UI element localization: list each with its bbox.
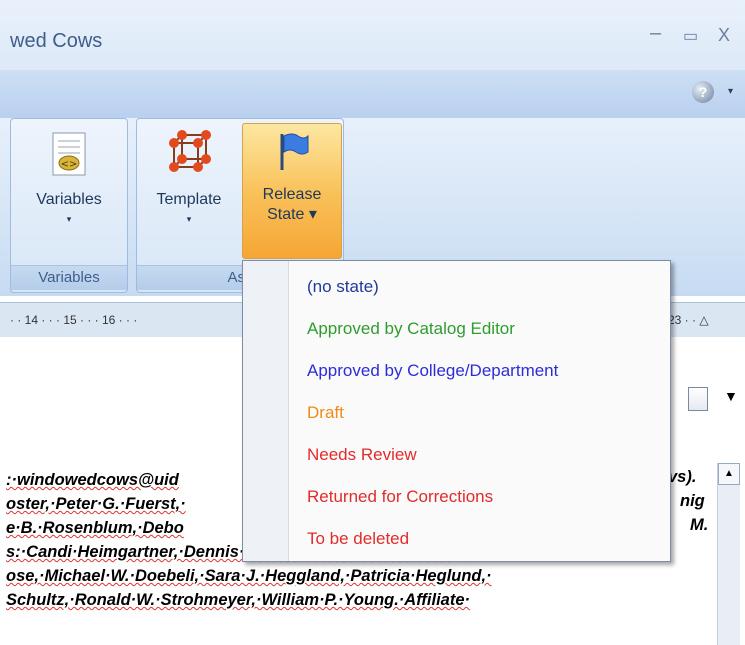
window-title: wed Cows [10, 30, 103, 52]
doc-fragment: nig [680, 492, 705, 510]
scroll-up-button[interactable]: ▲ [718, 463, 740, 485]
group-label-variables: Variables [11, 265, 127, 290]
menu-item-approved-college-department[interactable]: Approved by College/Department [307, 361, 558, 381]
variables-icon: <> [52, 132, 86, 176]
svg-text:<>: <> [61, 159, 78, 170]
menu-item-to-be-deleted[interactable]: To be deleted [307, 529, 409, 549]
menu-item-draft[interactable]: Draft [307, 403, 344, 423]
ruler-left-ticks: · · 14 · · · 15 · · · 16 · · · [10, 313, 138, 327]
doc-line: ose,·Michael·W.·Doebeli,·Sara·J.·Hegglan… [6, 567, 492, 585]
vertical-scrollbar[interactable]: ▲ [717, 463, 740, 645]
ribbon-group-variables: <> Variables ▾ Variables [10, 118, 128, 293]
menu-item-approved-catalog-editor[interactable]: Approved by Catalog Editor [307, 319, 515, 339]
doc-fragment: M. [690, 516, 709, 534]
arrow-down-icon[interactable]: ▼ [724, 388, 738, 404]
help-icon[interactable]: ? [692, 81, 714, 103]
menu-item-no-state[interactable]: (no state) [307, 277, 379, 297]
template-icon [169, 130, 211, 172]
release-state-dropdown: (no state) Approved by Catalog Editor Ap… [242, 260, 671, 562]
release-state-button[interactable]: Release State ▾ [242, 123, 342, 259]
help-bar [0, 70, 745, 119]
doc-fragment: vs). [668, 468, 697, 486]
variables-button[interactable]: <> Variables ▾ [19, 125, 119, 257]
chevron-down-icon: ▾ [66, 214, 72, 224]
flag-icon [280, 133, 309, 170]
chevron-down-icon: ▾ [186, 214, 192, 224]
menu-item-needs-review[interactable]: Needs Review [307, 445, 417, 465]
maximize-button[interactable]: ▭ [683, 26, 698, 46]
menu-item-returned-for-corrections[interactable]: Returned for Corrections [307, 487, 493, 507]
release-state-label-2: State ▾ [267, 206, 317, 223]
template-button[interactable]: Template ▾ [141, 125, 237, 257]
close-button[interactable]: X [718, 25, 730, 46]
variables-label: Variables [36, 191, 102, 208]
menu-gutter [243, 261, 289, 561]
release-state-label-1: Release [262, 186, 322, 203]
help-caret-icon[interactable]: ▾ [728, 86, 733, 97]
document-icon[interactable] [688, 387, 708, 411]
doc-line: Schultz,·Ronald·W.·Strohmeyer,·William·P… [6, 591, 471, 609]
template-label: Template [156, 191, 222, 208]
minimize-button[interactable]: – [650, 22, 661, 45]
ruler-right-ticks: 23 · · △ [668, 313, 709, 327]
